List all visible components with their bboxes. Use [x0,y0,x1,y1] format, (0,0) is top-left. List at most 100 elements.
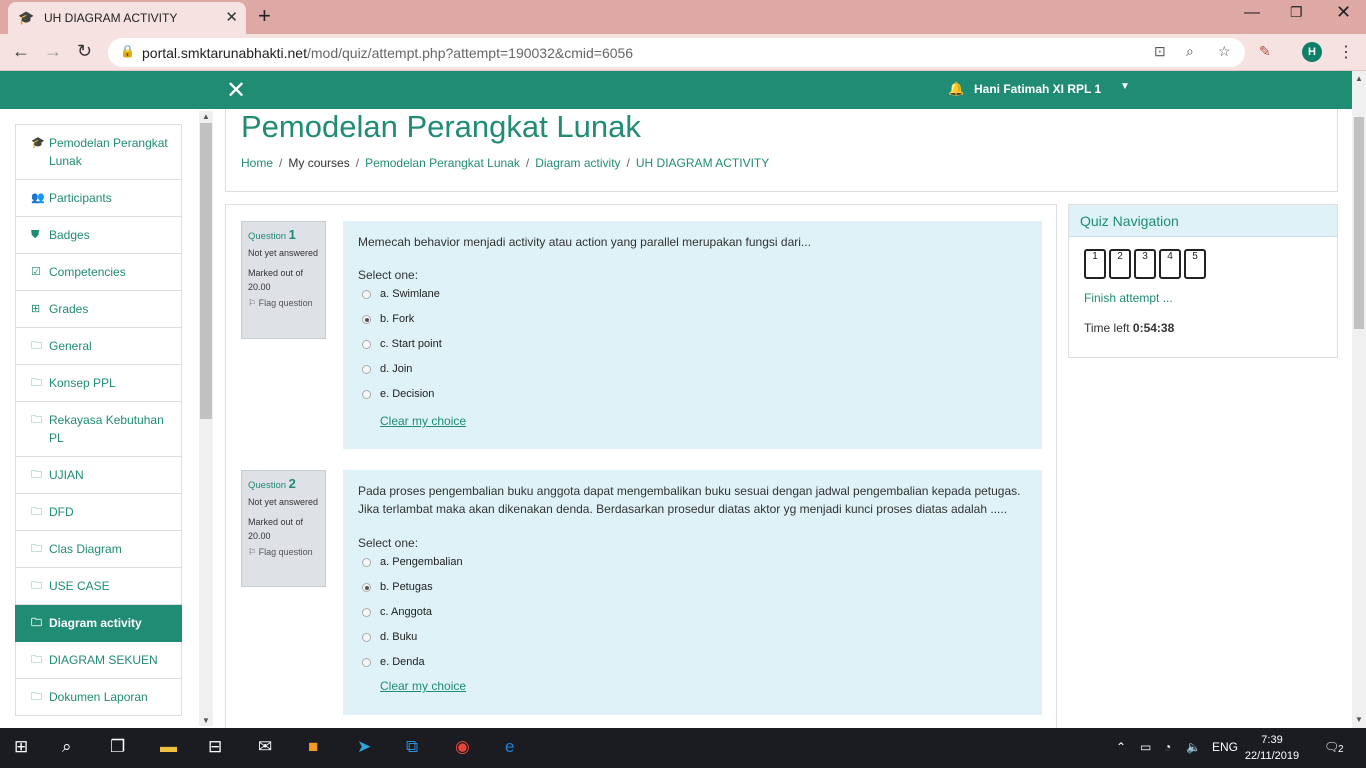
sidebar-item[interactable]: 🗀 General [15,328,182,365]
question-text: Pada proses pengembalian buku anggota da… [358,484,1021,516]
sidebar-item[interactable]: 🗀 Diagram activity [15,605,182,642]
bookmark-star-icon[interactable]: ☆ [1218,43,1231,60]
scroll-down-icon[interactable]: ▼ [202,716,210,725]
scrollbar-thumb[interactable] [200,123,212,419]
sidebar-item[interactable]: 🗀 USE CASE [15,568,182,605]
sidebar-item[interactable]: 🗀 DIAGRAM SEKUEN [15,642,182,679]
notification-bell-icon[interactable]: 🔔 [948,81,964,97]
quiz-nav-button[interactable]: 3 [1134,249,1156,279]
new-tab-icon[interactable]: + [258,3,271,29]
sidebar-item[interactable]: ☑ Competencies [15,254,182,291]
sidebar-item[interactable]: 🎓 Pemodelan Perangkat Lunak [15,124,182,180]
answer-option[interactable]: a. Pengembalian [358,550,1027,575]
radio-button[interactable] [362,608,371,617]
close-tab-icon[interactable]: ✕ [225,8,238,26]
store-icon[interactable]: ⊟ [208,737,222,757]
breadcrumb-quiz[interactable]: UH DIAGRAM ACTIVITY [636,156,769,170]
quiz-nav-button[interactable]: 4 [1159,249,1181,279]
scrollbar-thumb[interactable] [1354,117,1364,329]
edge-icon[interactable]: e [505,737,514,757]
back-icon[interactable]: ← [12,41,30,62]
answer-option[interactable]: b. Fork [358,307,1027,332]
system-clock[interactable]: 7:39 22/11/2019 [1244,732,1300,764]
file-explorer-icon[interactable]: ▬ [160,737,177,757]
breadcrumb-section[interactable]: Diagram activity [535,156,620,170]
browser-tab-strip: 🎓 UH DIAGRAM ACTIVITY ✕ + — ❐ ✕ [0,0,1366,34]
vscode-icon[interactable]: ⧉ [406,737,418,757]
language-indicator[interactable]: ENG [1212,740,1238,754]
task-view-icon[interactable]: ❐ [110,737,125,757]
quiz-nav-button[interactable]: 5 [1184,249,1206,279]
radio-button[interactable] [362,365,371,374]
close-drawer-icon[interactable]: ✕ [226,76,246,105]
browser-menu-icon[interactable]: ⋮ [1338,42,1354,62]
scroll-down-icon[interactable]: ▼ [1355,715,1363,724]
breadcrumb-course[interactable]: Pemodelan Perangkat Lunak [365,156,520,170]
answer-option[interactable]: a. Swimlane [358,282,1027,307]
quiz-nav-button[interactable]: 1 [1084,249,1106,279]
address-bar[interactable]: 🔒 portal.smktarunabhakti.net/mod/quiz/at… [108,38,1245,67]
users-icon: 👥 [31,192,45,204]
radio-button[interactable] [362,315,371,324]
answer-option[interactable]: c. Start point [358,332,1027,357]
tray-chevron-up-icon[interactable]: ⌃ [1116,740,1126,754]
wifi-icon[interactable]: ◔ [1164,740,1171,754]
action-center-icon[interactable]: 🗨 [1324,740,1339,754]
sublime-text-icon[interactable]: ■ [308,737,318,757]
quiz-nav-button[interactable]: 2 [1109,249,1131,279]
page-scrollbar[interactable]: ▲ ▼ [1352,71,1366,728]
radio-button[interactable] [362,583,371,592]
finish-attempt-link[interactable]: Finish attempt ... [1084,291,1173,305]
radio-button[interactable] [362,390,371,399]
answer-option[interactable]: d. Buku [358,625,1027,650]
sidebar-item[interactable]: 🗀 Dokumen Laporan [15,679,182,716]
answer-option[interactable]: c. Anggota [358,600,1027,625]
sidebar-item[interactable]: 🗀 Rekayasa Kebutuhan PL [15,402,182,457]
answer-option[interactable]: d. Join [358,357,1027,382]
zoom-icon[interactable]: ⌕ [1186,43,1194,60]
sidebar-item[interactable]: 👥 Participants [15,180,182,217]
sidebar-scrollbar[interactable]: ▲ ▼ [199,111,213,726]
sidebar-item[interactable]: 🗀 Clas Diagram [15,531,182,568]
answer-option[interactable]: e. Denda [358,650,1027,675]
battery-icon[interactable]: ▭ [1140,740,1151,754]
chevron-down-icon[interactable]: ▼ [1120,81,1130,92]
sidebar-item[interactable]: ⛊ Badges [15,217,182,254]
radio-button[interactable] [362,558,371,567]
volume-icon[interactable]: 🔈 [1186,740,1201,754]
scroll-up-icon[interactable]: ▲ [1355,74,1363,83]
clear-choice-link[interactable]: Clear my choice [380,414,466,428]
extension-icon[interactable]: ✎ [1259,43,1271,60]
forward-icon[interactable]: → [44,41,62,62]
radio-button[interactable] [362,633,371,642]
radio-button[interactable] [362,290,371,299]
sidebar-item[interactable]: ⊞ Grades [15,291,182,328]
breadcrumb-home[interactable]: Home [241,156,273,170]
minimize-icon[interactable]: — [1244,4,1260,22]
browser-tab[interactable]: 🎓 UH DIAGRAM ACTIVITY ✕ [8,2,246,34]
answer-option[interactable]: b. Petugas [358,575,1027,600]
mail-icon[interactable]: ✉ [258,737,272,757]
sidebar-item[interactable]: 🗀 UJIAN [15,457,182,494]
user-menu[interactable]: Hani Fatimah XI RPL 1 [974,82,1101,96]
windows-start-icon[interactable]: ⊞ [14,737,28,757]
sidebar-item[interactable]: 🗀 Konsep PPL [15,365,182,402]
clear-choice-link[interactable]: Clear my choice [380,679,466,693]
window-close-icon[interactable]: ✕ [1336,2,1351,23]
translate-icon[interactable]: ⊡ [1154,43,1166,60]
reload-icon[interactable]: ↻ [77,41,92,62]
chrome-icon[interactable]: ◉ [455,737,470,757]
flag-question[interactable]: ⚐ Flag question [248,296,319,310]
flag-question[interactable]: ⚐ Flag question [248,545,319,559]
profile-avatar[interactable]: H [1302,42,1322,62]
sidebar-item[interactable]: 🗀 DFD [15,494,182,531]
radio-button[interactable] [362,340,371,349]
telegram-icon[interactable]: ➤ [357,737,371,757]
search-icon[interactable]: ⌕ [62,737,72,757]
check-square-icon: ☑ [31,266,41,278]
radio-button[interactable] [362,658,371,667]
restore-icon[interactable]: ❐ [1290,4,1303,21]
answer-option[interactable]: e. Decision [358,382,1027,407]
scroll-up-icon[interactable]: ▲ [202,112,210,121]
question-info: Question 1 Not yet answered Marked out o… [241,221,326,339]
